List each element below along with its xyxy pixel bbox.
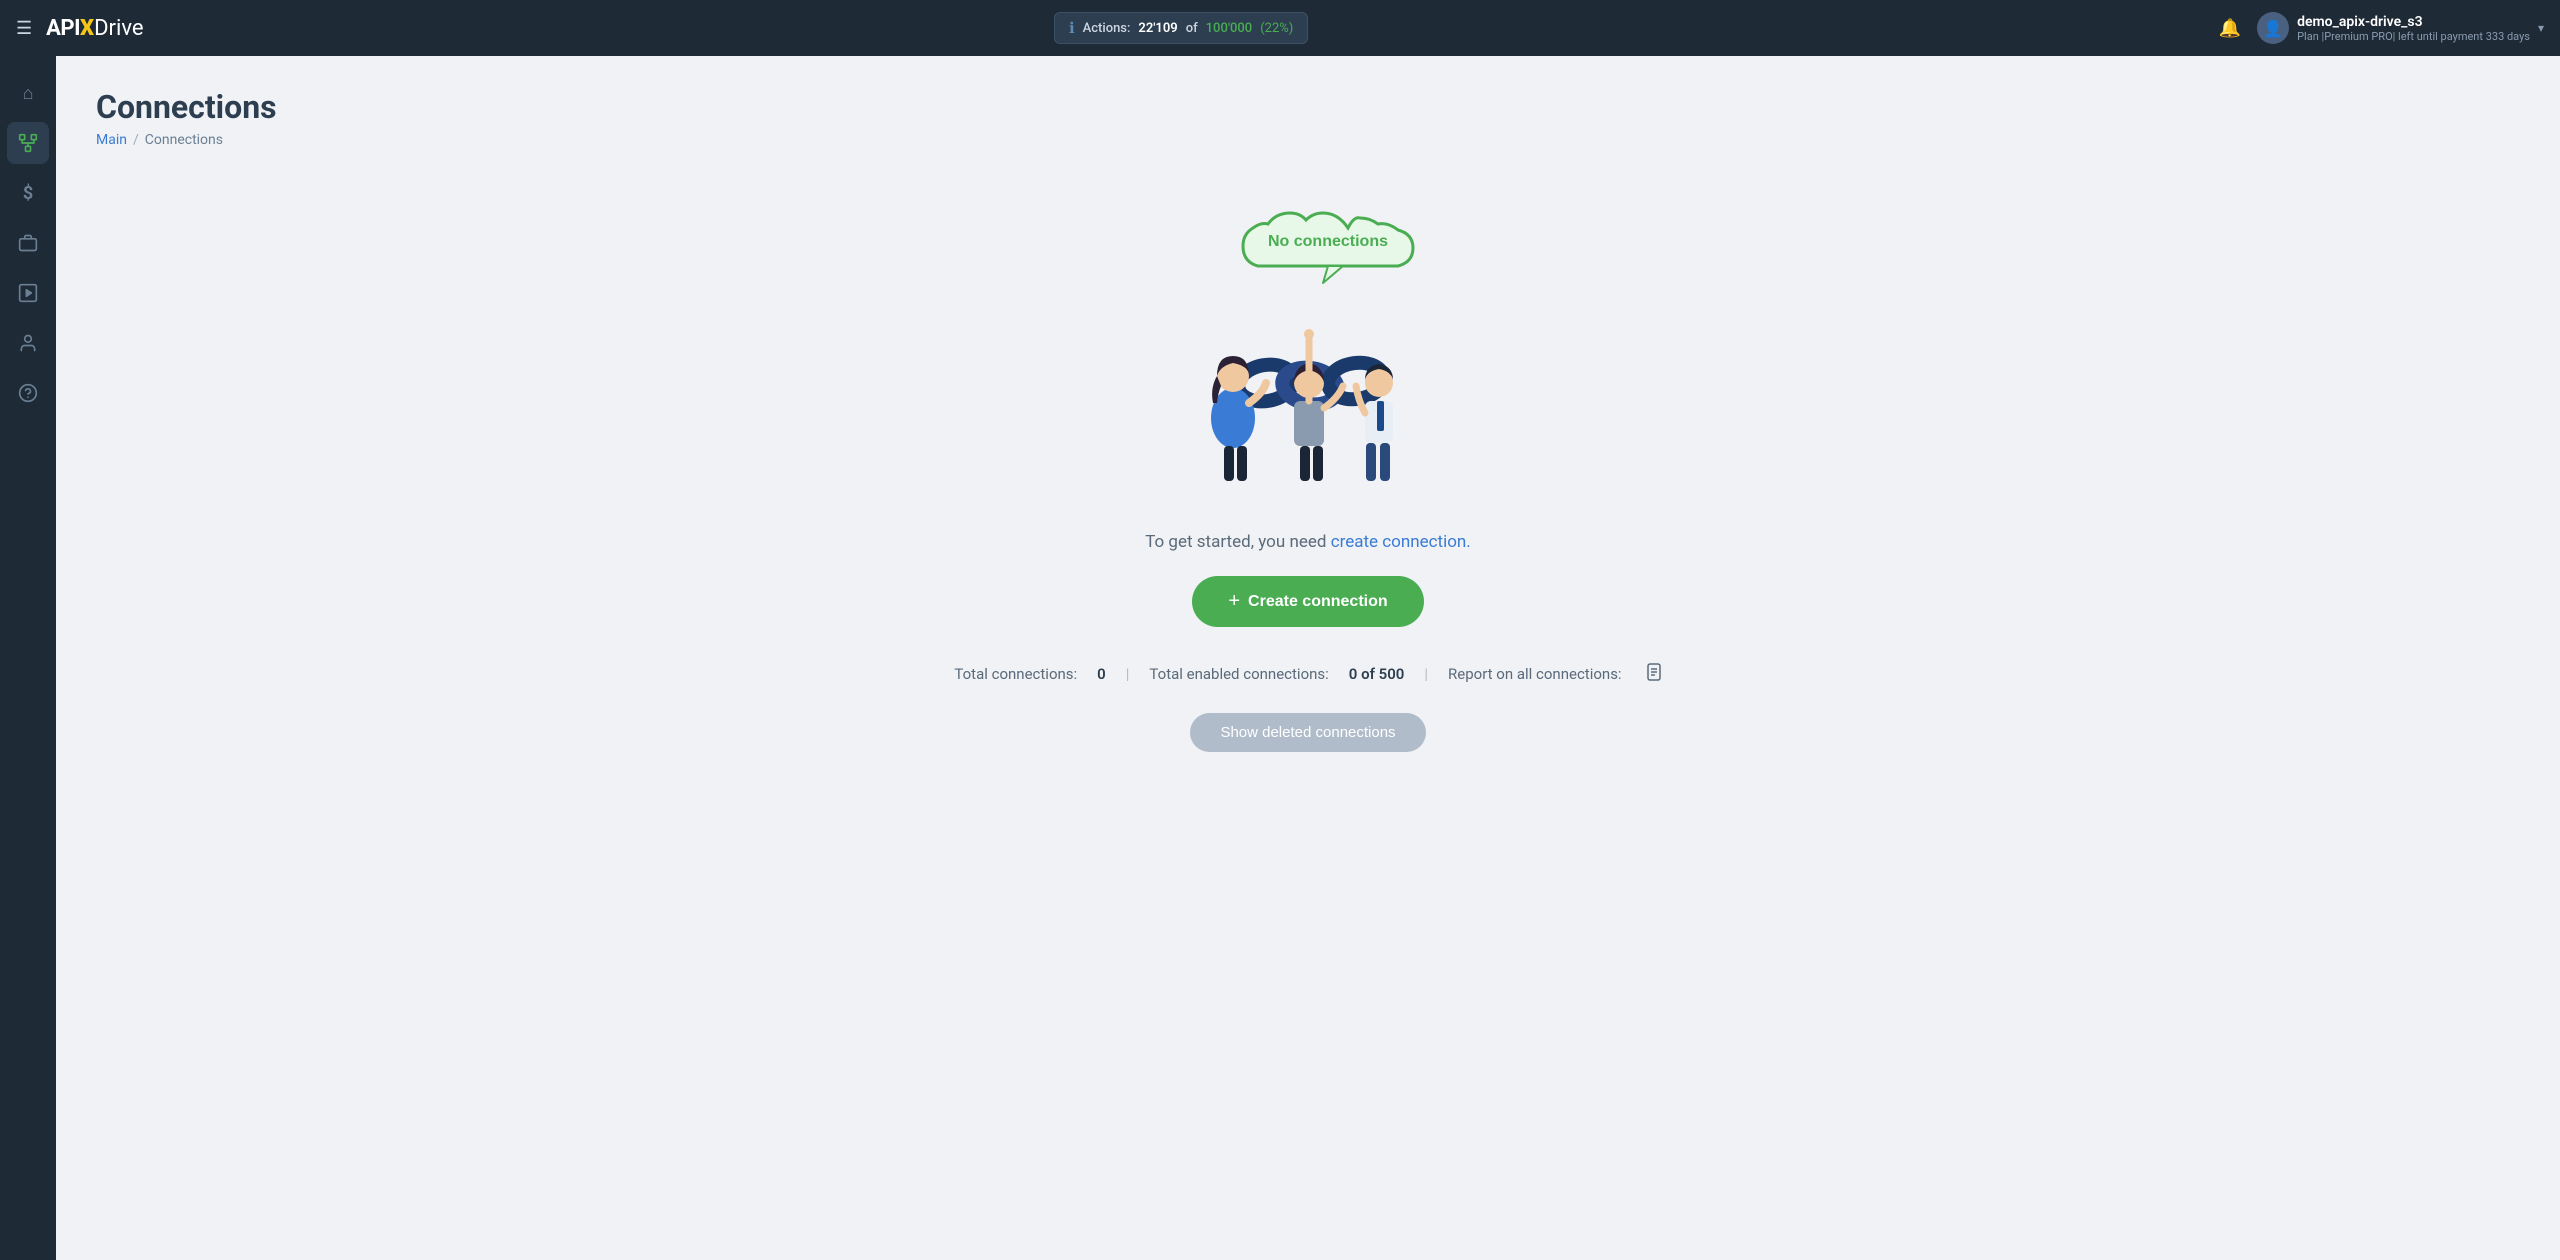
- enabled-connections-label: Total enabled connections:: [1149, 665, 1328, 683]
- report-document-icon[interactable]: [1646, 663, 1662, 685]
- user-name: demo_apix-drive_s3: [2297, 14, 2530, 30]
- logo-drive-text: Drive: [94, 16, 143, 41]
- show-deleted-connections-button[interactable]: Show deleted connections: [1190, 713, 1425, 752]
- create-button-label: Create connection: [1248, 593, 1388, 611]
- actions-of: of: [1186, 21, 1198, 36]
- total-connections-value: 0: [1097, 665, 1106, 683]
- create-connection-button[interactable]: + Create connection: [1192, 576, 1423, 627]
- dollar-icon: $: [23, 183, 33, 204]
- sidebar: ⌂ $: [0, 56, 56, 1260]
- sidebar-item-help[interactable]: [7, 372, 49, 414]
- user-info: demo_apix-drive_s3 Plan |Premium PRO| le…: [2297, 14, 2530, 43]
- briefcase-icon: [18, 233, 38, 253]
- page-title: Connections: [96, 88, 2520, 126]
- user-icon: [18, 333, 38, 353]
- chevron-down-icon: ▾: [2538, 21, 2544, 35]
- stats-separator-2: |: [1424, 665, 1428, 683]
- info-icon: ℹ: [1069, 19, 1075, 37]
- user-plan: Plan |Premium PRO| left until payment 33…: [2297, 30, 2530, 43]
- play-icon: [18, 283, 38, 303]
- tagline: To get started, you need create connecti…: [1145, 532, 1471, 552]
- svg-text:No connections: No connections: [1268, 233, 1388, 250]
- avatar-icon: 👤: [2263, 19, 2283, 38]
- actions-label: Actions:: [1083, 21, 1131, 36]
- center-area: No connections: [96, 188, 2520, 772]
- top-navigation: ☰ API X Drive ℹ Actions: 22'109 of 100'0…: [0, 0, 2560, 56]
- breadcrumb-current: Connections: [145, 132, 223, 148]
- avatar: 👤: [2257, 12, 2289, 44]
- logo-x-text: X: [80, 16, 94, 41]
- actions-badge: ℹ Actions: 22'109 of 100'000 (22%): [1054, 12, 1308, 44]
- notification-bell-icon[interactable]: 🔔: [2219, 18, 2241, 39]
- logo-api-text: API: [46, 16, 80, 41]
- home-icon: ⌂: [23, 83, 34, 104]
- help-icon: [18, 383, 38, 403]
- breadcrumb-separator: /: [133, 132, 139, 148]
- connections-icon: [18, 133, 38, 153]
- tagline-static-text: To get started, you need: [1145, 532, 1326, 552]
- user-menu[interactable]: 👤 demo_apix-drive_s3 Plan |Premium PRO| …: [2257, 12, 2544, 44]
- sidebar-item-connections[interactable]: [7, 122, 49, 164]
- actions-count: 22'109: [1138, 21, 1177, 36]
- actions-total: 100'000: [1206, 21, 1253, 36]
- sidebar-item-home[interactable]: ⌂: [7, 72, 49, 114]
- stats-separator-1: |: [1126, 665, 1130, 683]
- actions-percent: (22%): [1260, 21, 1293, 36]
- sidebar-item-videos[interactable]: [7, 272, 49, 314]
- sidebar-item-billing[interactable]: $: [7, 172, 49, 214]
- report-label: Report on all connections:: [1448, 665, 1622, 683]
- plus-icon: +: [1228, 590, 1240, 613]
- main-content: Connections Main / Connections No connec…: [56, 56, 2560, 1260]
- sidebar-item-services[interactable]: [7, 222, 49, 264]
- tagline-create-link[interactable]: create connection.: [1331, 532, 1471, 552]
- total-connections-label: Total connections:: [954, 665, 1077, 683]
- main-layout: ⌂ $: [0, 56, 2560, 1260]
- sidebar-item-profile[interactable]: [7, 322, 49, 364]
- enabled-connections-value: 0 of 500: [1349, 665, 1405, 683]
- breadcrumb: Main / Connections: [96, 132, 2520, 148]
- stats-row: Total connections: 0 | Total enabled con…: [954, 663, 1661, 685]
- breadcrumb-home-link[interactable]: Main: [96, 132, 127, 148]
- logo: API X Drive: [46, 16, 143, 41]
- no-connections-illustration: No connections: [1128, 208, 1488, 508]
- hamburger-menu-icon[interactable]: ☰: [16, 18, 32, 39]
